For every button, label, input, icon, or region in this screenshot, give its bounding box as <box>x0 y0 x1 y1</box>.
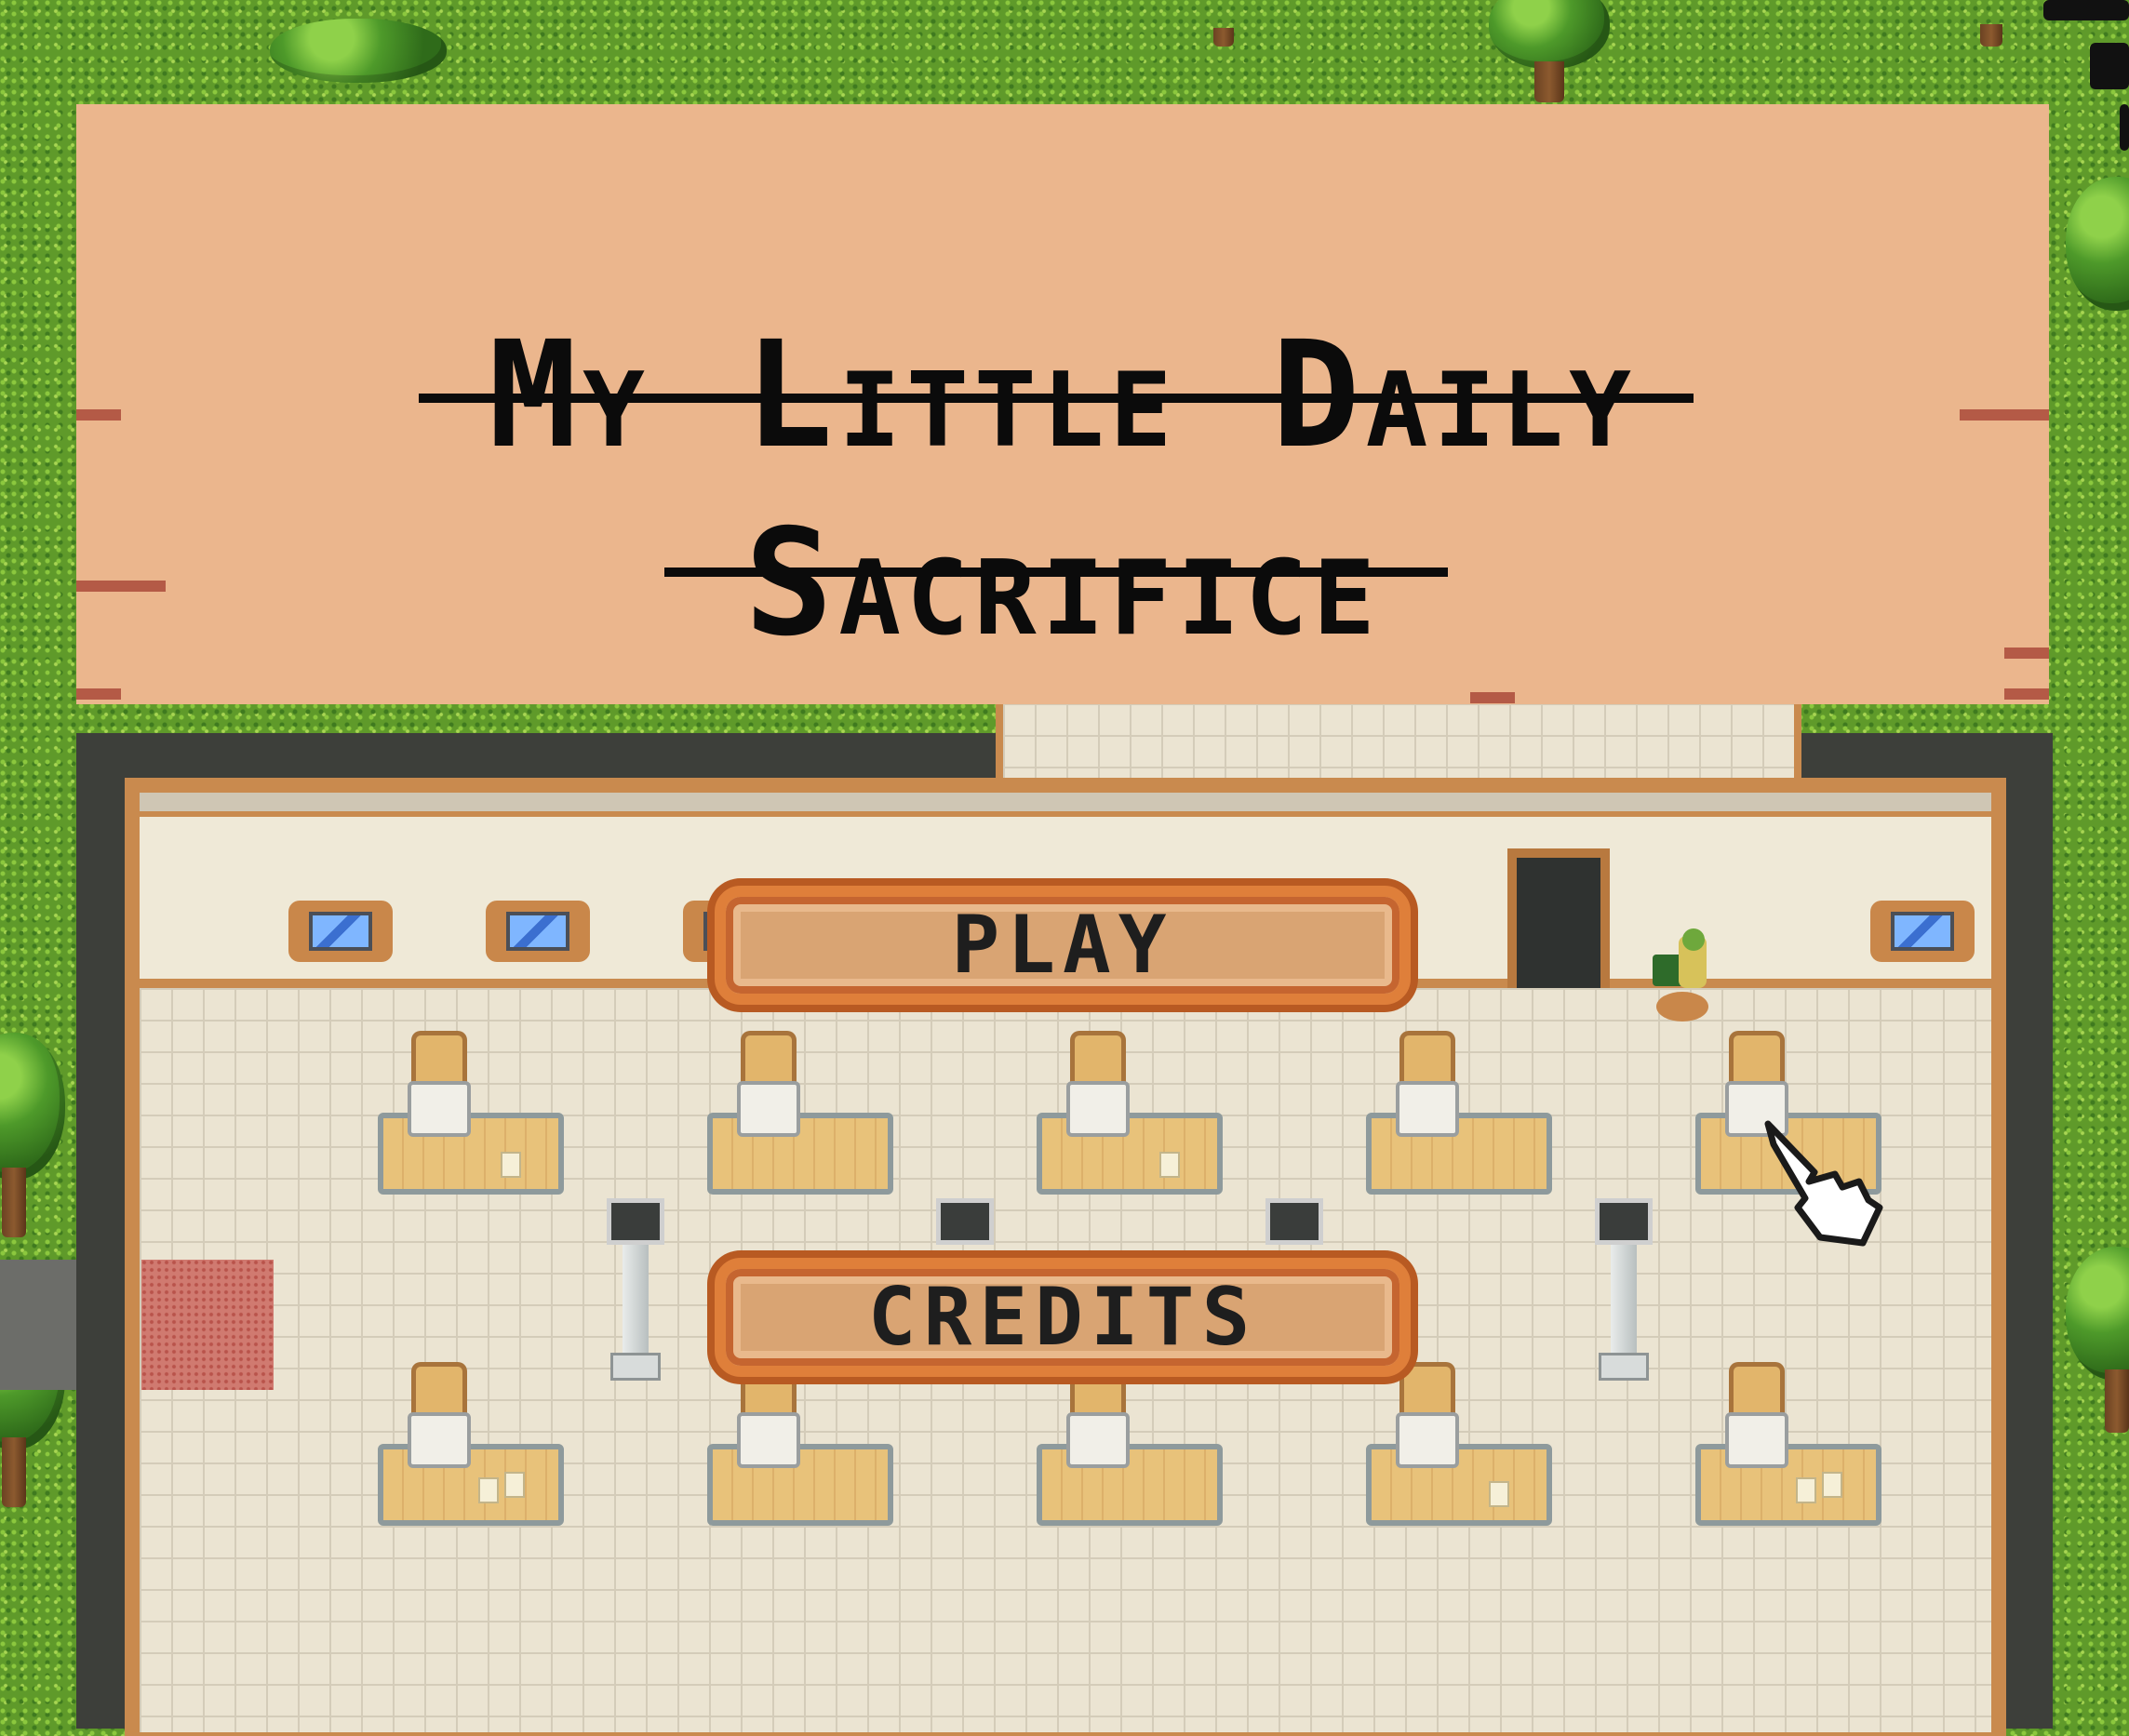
play-button[interactable]: PLAY <box>715 886 1411 1005</box>
title-underline <box>419 394 1694 403</box>
play-button-label: PLAY <box>951 899 1174 992</box>
side-toggle-icon[interactable] <box>2120 104 2129 151</box>
classroom-door <box>1507 848 1610 988</box>
student-desk <box>707 1031 893 1195</box>
student-desk <box>1037 1362 1223 1526</box>
user-icon[interactable] <box>2090 43 2129 89</box>
student-desk <box>1366 1031 1552 1195</box>
pointing-hand-cursor-icon <box>1764 1120 1883 1247</box>
tree <box>270 19 447 108</box>
credits-button[interactable]: CREDITS <box>715 1258 1411 1377</box>
game-title-line-2: Sacrifice <box>744 498 1381 669</box>
title-underline <box>664 568 1448 577</box>
student-desk <box>707 1362 893 1526</box>
tree <box>1182 0 1265 47</box>
student-desk <box>378 1031 564 1195</box>
pillar <box>607 1198 664 1381</box>
student-desk <box>1037 1031 1223 1195</box>
student-desk <box>1695 1362 1881 1526</box>
tree <box>0 1033 65 1237</box>
wall-window <box>288 901 393 962</box>
video-icon[interactable] <box>2043 0 2129 20</box>
stone-step <box>0 1260 76 1390</box>
wall-window <box>1870 901 1975 962</box>
title-banner: My Little Daily Sacrifice <box>76 104 2049 704</box>
pillar <box>1595 1198 1653 1381</box>
tree <box>2066 1247 2129 1433</box>
red-rug <box>141 1260 274 1390</box>
student-desk <box>1366 1362 1552 1526</box>
tree <box>1489 0 1610 102</box>
wall-window <box>486 901 590 962</box>
credits-button-label: CREDITS <box>867 1271 1258 1364</box>
student-desk <box>378 1362 564 1526</box>
npc-character <box>1653 928 1708 1022</box>
tree <box>2066 177 2129 363</box>
tree <box>1945 0 2038 47</box>
